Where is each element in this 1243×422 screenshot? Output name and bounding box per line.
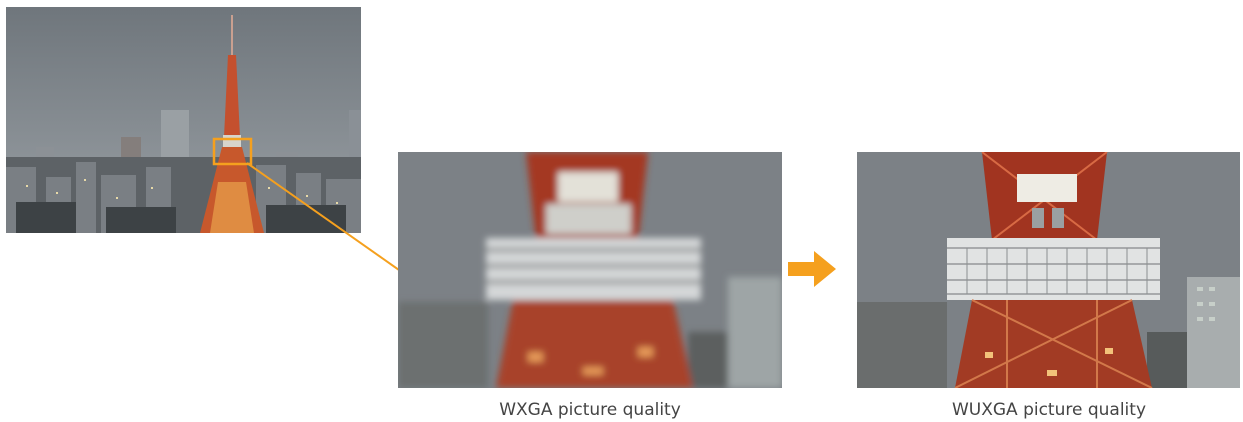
wxga-caption: WXGA picture quality bbox=[499, 400, 681, 420]
wuxga-photo bbox=[857, 152, 1240, 388]
wxga-photo bbox=[398, 152, 782, 388]
tokyo-tower-observatory-blurred-image bbox=[398, 152, 782, 388]
tokyo-tower-observatory-sharp-image bbox=[857, 152, 1240, 388]
wuxga-caption: WUXGA picture quality bbox=[951, 400, 1147, 420]
arrow-right-icon bbox=[788, 251, 836, 287]
